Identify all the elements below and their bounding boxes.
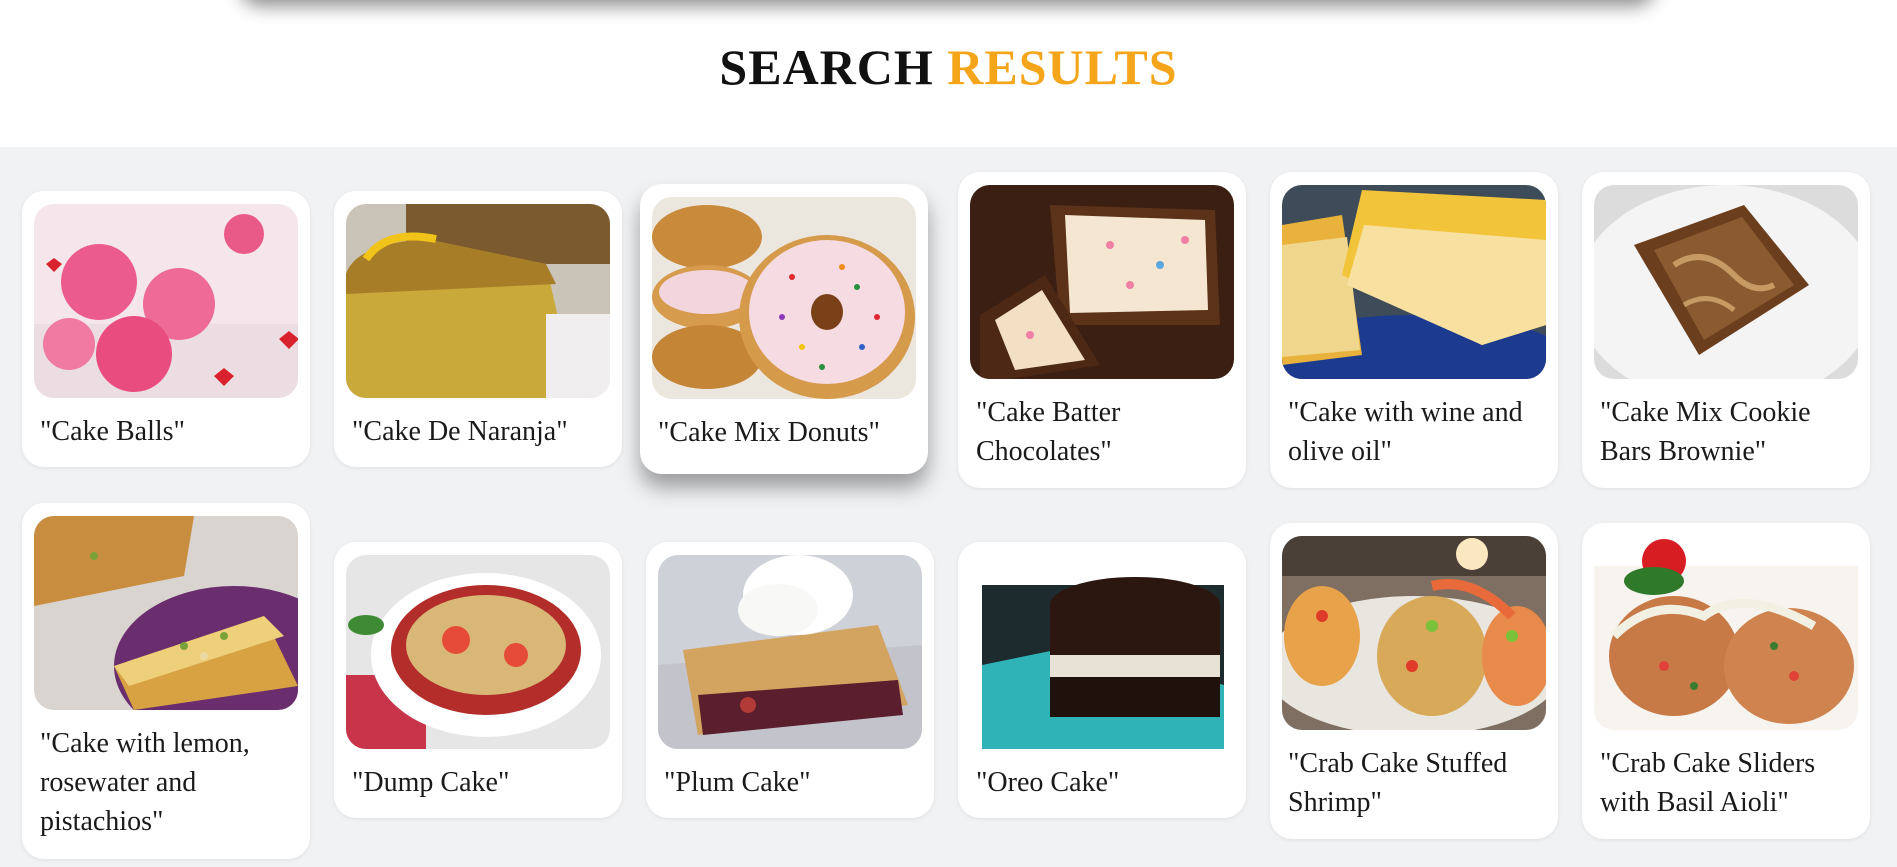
recipe-image[interactable]: [346, 555, 610, 749]
result-card[interactable]: "Cake with lemon, rosewater and pistachi…: [22, 503, 310, 859]
recipe-image[interactable]: [1594, 185, 1858, 379]
recipe-image[interactable]: [346, 204, 610, 398]
page-title-search: SEARCH: [719, 39, 934, 95]
recipe-title[interactable]: "Cake with wine and olive oil": [1282, 379, 1546, 471]
result-card[interactable]: "Cake Balls": [22, 191, 310, 467]
recipe-title[interactable]: "Crab Cake Sliders with Basil Aioli": [1594, 730, 1858, 822]
recipe-title[interactable]: "Cake Mix Cookie Bars Brownie": [1594, 379, 1858, 471]
recipe-title[interactable]: "Plum Cake": [658, 749, 922, 802]
recipe-image[interactable]: [1282, 185, 1546, 379]
recipe-image[interactable]: [970, 185, 1234, 379]
recipe-title[interactable]: "Cake Mix Donuts": [652, 399, 916, 452]
recipe-image[interactable]: [970, 555, 1234, 749]
result-card[interactable]: "Plum Cake": [646, 542, 934, 818]
recipe-image[interactable]: [34, 516, 298, 710]
recipe-title[interactable]: "Cake Balls": [34, 398, 298, 451]
recipe-title[interactable]: "Crab Cake Stuffed Shrimp": [1282, 730, 1546, 822]
recipe-title[interactable]: "Cake with lemon, rosewater and pistachi…: [34, 710, 298, 841]
result-card[interactable]: "Oreo Cake": [958, 542, 1246, 818]
result-card[interactable]: "Crab Cake Sliders with Basil Aioli": [1582, 523, 1870, 839]
result-card[interactable]: "Cake De Naranja": [334, 191, 622, 467]
result-card[interactable]: "Cake Mix Cookie Bars Brownie": [1582, 172, 1870, 488]
recipe-image[interactable]: [1282, 536, 1546, 730]
result-card[interactable]: "Cake Batter Chocolates": [958, 172, 1246, 488]
recipe-title[interactable]: "Cake Batter Chocolates": [970, 379, 1234, 471]
result-card[interactable]: "Dump Cake": [334, 542, 622, 818]
page-title: SEARCH RESULTS: [0, 38, 1897, 96]
result-card[interactable]: "Crab Cake Stuffed Shrimp": [1270, 523, 1558, 839]
result-card[interactable]: "Cake Mix Donuts": [640, 184, 928, 474]
recipe-title[interactable]: "Dump Cake": [346, 749, 610, 802]
recipe-image[interactable]: [34, 204, 298, 398]
recipe-image[interactable]: [652, 197, 916, 399]
recipe-title[interactable]: "Oreo Cake": [970, 749, 1234, 802]
page-title-results: RESULTS: [947, 39, 1178, 95]
recipe-image[interactable]: [658, 555, 922, 749]
recipe-title[interactable]: "Cake De Naranja": [346, 398, 610, 451]
result-card[interactable]: "Cake with wine and olive oil": [1270, 172, 1558, 488]
recipe-image[interactable]: [1594, 536, 1858, 730]
